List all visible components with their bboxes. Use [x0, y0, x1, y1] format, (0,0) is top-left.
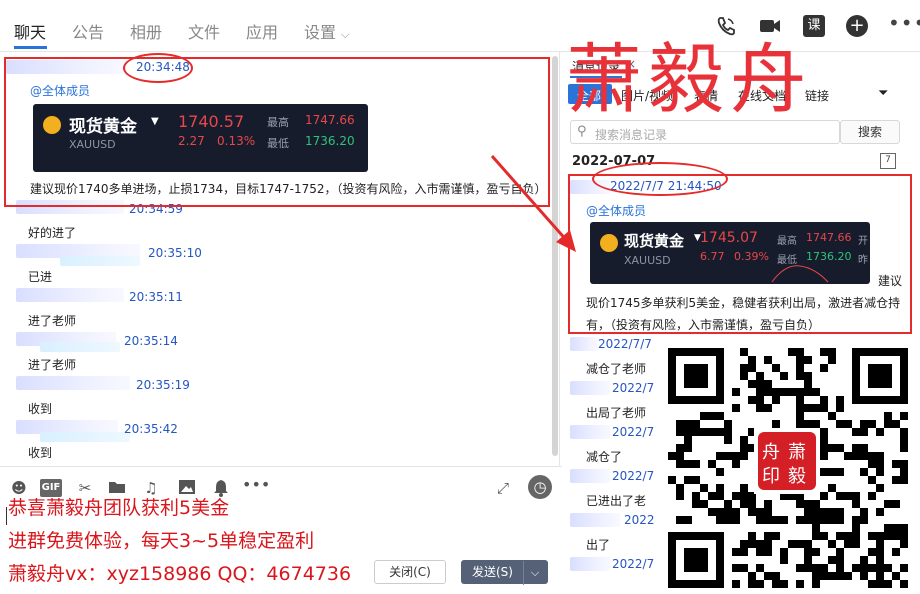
message-input-area[interactable]: ☻ GIF ✂ ♫ ••• ⤢ ◷ 恭喜萧毅舟团队获利5美金 进群免费体验，每天… — [0, 466, 562, 594]
message-time: 20:35:11 — [129, 290, 183, 304]
message-time: 2022/7 — [612, 381, 655, 395]
tab-album[interactable]: 相册 — [130, 19, 162, 43]
search-placeholder: 搜索消息记录 — [595, 128, 668, 142]
message-time: 20:35:14 — [124, 334, 178, 348]
message-time: 20:35:10 — [148, 246, 202, 260]
seal-char: 舟 — [762, 442, 780, 463]
close-button[interactable]: 关闭(C) — [374, 560, 446, 584]
chevron-down-icon: ⌵ — [341, 28, 350, 41]
highlight-oval — [123, 53, 193, 83]
seal-char: 毅 — [788, 466, 806, 487]
blurred-sender — [570, 425, 610, 439]
highlight-box — [568, 174, 912, 334]
active-tab-indicator — [14, 46, 47, 49]
annotation-arrow — [490, 155, 576, 252]
blurred-sender — [60, 256, 140, 266]
promo-line-1: 恭喜萧毅舟团队获利5美金 — [8, 497, 230, 519]
seal-frame: 舟 萧 印 毅 — [754, 428, 820, 494]
tab-apps[interactable]: 应用 — [246, 19, 278, 43]
add-icon[interactable]: + — [846, 15, 868, 37]
chat-pane: 20:34:48 @全体成员 现货黄金 ▼ XAUUSD 1740.57 2.2… — [0, 52, 560, 466]
message-text: 进了老师 — [28, 314, 77, 328]
qr-code[interactable]: 舟 萧 印 毅 — [654, 334, 920, 594]
blurred-sender — [570, 557, 610, 571]
tab-settings[interactable]: 设置 ⌵ — [304, 19, 349, 43]
tab-chat[interactable]: 聊天 — [14, 19, 46, 43]
highlight-box — [4, 57, 550, 207]
message-text: 出了 — [586, 538, 611, 552]
blurred-sender — [16, 288, 124, 302]
calendar-icon[interactable]: 7 — [880, 153, 896, 169]
message-time: 2022/7 — [612, 557, 655, 571]
expand-icon[interactable]: ⤢ — [494, 479, 512, 497]
watermark-text: 萧毅舟 — [566, 35, 812, 124]
history-clock-icon[interactable]: ◷ — [528, 475, 552, 499]
seal-char: 印 — [762, 466, 780, 487]
message-text: 减仓了老师 — [586, 362, 647, 376]
message-time: 2022 — [624, 513, 655, 527]
message-time: 20:35:42 — [124, 422, 178, 436]
blurred-sender — [570, 469, 610, 483]
blurred-sender — [40, 432, 130, 442]
blurred-sender — [570, 337, 598, 351]
message-text: 已进出了老 — [586, 494, 647, 508]
promo-line-3: 萧毅舟vx：xyz158986 QQ：4674736 — [8, 563, 352, 585]
filter-funnel-icon[interactable]: ⏷ — [878, 86, 888, 101]
message-text: 收到 — [28, 446, 53, 460]
tab-files[interactable]: 文件 — [188, 19, 220, 43]
message-text: 已进 — [28, 270, 53, 284]
blurred-sender — [40, 342, 120, 352]
history-search-button[interactable]: 搜索 — [840, 120, 900, 144]
send-label: 发送(S) — [472, 565, 513, 579]
blurred-sender — [16, 376, 130, 390]
message-text: 出局了老师 — [586, 406, 647, 420]
blurred-sender — [570, 381, 610, 395]
send-button[interactable]: 发送(S) ⌵ — [461, 560, 548, 585]
send-options-icon[interactable]: ⌵ — [522, 561, 547, 585]
message-time: 2022/7 — [612, 469, 655, 483]
seal-char: 萧 — [788, 442, 806, 463]
message-text: 进了老师 — [28, 358, 77, 372]
highlight-oval — [592, 162, 728, 196]
message-time: 2022/7/7 — [598, 337, 652, 351]
message-time: 20:35:19 — [136, 378, 190, 392]
message-text: 收到 — [28, 402, 53, 416]
tab-announcement[interactable]: 公告 — [72, 19, 104, 43]
message-text: 减仓了 — [586, 450, 623, 464]
more-icon[interactable]: ••• — [888, 13, 920, 37]
message-text: 好的进了 — [28, 226, 77, 240]
seal-logo: 舟 萧 印 毅 — [758, 432, 816, 490]
more-tools-icon[interactable]: ••• — [242, 477, 270, 497]
text-cursor — [6, 507, 7, 525]
promo-line-2: 进群免费体验，每天3~5单稳定盈利 — [8, 530, 315, 552]
blurred-sender — [570, 513, 620, 527]
message-time: 2022/7 — [612, 425, 655, 439]
